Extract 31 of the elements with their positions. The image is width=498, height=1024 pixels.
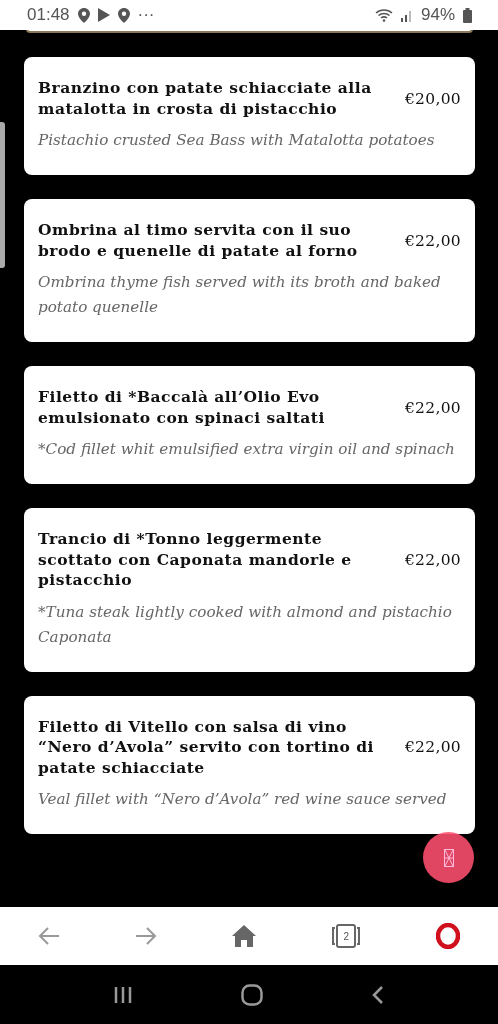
location-pin-icon — [117, 7, 130, 23]
dish-description: Ombrina thyme fish served with its broth and baked potato quenelle — [38, 272, 442, 318]
dish-description: Veal fillet with “Nero d’Avola” red wine sauce served — [38, 789, 448, 810]
clock-time: 01:48 — [27, 5, 70, 25]
signal-icon — [400, 8, 413, 22]
back-icon[interactable] — [371, 984, 384, 1005]
more-notifications: ··· — [137, 5, 155, 25]
battery-icon — [463, 7, 472, 23]
dish-description: *Tuna steak lightly cooked with almond and pistachio Caponata — [38, 601, 453, 648]
dish-price: €20,00 — [404, 89, 461, 108]
dish-description: *Cod fillet whit emulsified extra virgin oil and spinach — [38, 439, 456, 460]
dish-name: Filetto di *Baccalà all’Olio Evo emulsionato con spinaci saltati — [38, 387, 326, 428]
dish-name: Trancio di *Tonno leggermente scottato con Caponata mandorle e pistacchio — [38, 529, 353, 591]
dish-price: €22,00 — [404, 738, 461, 757]
dish-price: €22,00 — [404, 231, 461, 250]
floating-action-button[interactable] — [423, 832, 474, 883]
dish-name: Filetto di Vitello con salsa di vino “Nero d’Avola” servito con tortino di patate schiacciate — [38, 716, 375, 778]
battery-level: 94% — [420, 5, 455, 25]
dish-name: Branzino con patate schiacciate alla matalotta in crosta di pistacchio — [38, 78, 373, 119]
edge-panel-handle[interactable] — [0, 122, 5, 268]
tabs-button[interactable]: 2 — [327, 920, 366, 952]
dish-price: €22,00 — [404, 550, 461, 569]
recent-apps-icon[interactable] — [114, 985, 133, 1004]
location-pin-icon — [77, 7, 90, 23]
home-icon[interactable] — [241, 983, 263, 1006]
placeholder-glyph-icon — [443, 848, 454, 867]
dish-description: Pistachio crusted Sea Bass with Matalotta potatoes — [38, 130, 436, 151]
play-store-icon — [97, 8, 110, 22]
wifi-icon — [374, 8, 393, 22]
dish-name: Ombrina al timo servita con il suo brodo e quenelle di patate al forno — [38, 220, 359, 261]
dish-price: €22,00 — [404, 398, 461, 417]
